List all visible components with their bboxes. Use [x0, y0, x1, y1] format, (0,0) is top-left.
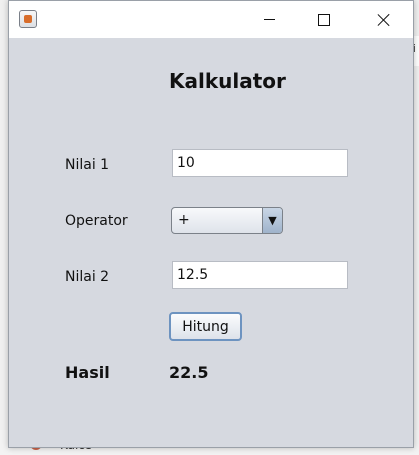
nilai2-label: Nilai 2 — [65, 269, 110, 285]
operator-selected-value: + — [178, 212, 190, 228]
operator-select[interactable]: + ▼ — [171, 207, 283, 234]
title-bar[interactable] — [9, 1, 413, 38]
nilai2-input[interactable] — [172, 261, 348, 289]
hasil-label: Hasil — [65, 363, 110, 382]
nilai1-input[interactable] — [172, 149, 348, 177]
close-button[interactable] — [361, 1, 407, 38]
minimize-icon — [263, 19, 275, 20]
dropdown-arrow-icon[interactable]: ▼ — [262, 208, 282, 233]
hasil-value: 22.5 — [169, 363, 209, 382]
hitung-button[interactable]: Hitung — [169, 312, 242, 341]
minimize-button[interactable] — [246, 1, 292, 38]
operator-label: Operator — [65, 213, 128, 229]
nilai1-label: Nilai 1 — [65, 157, 110, 173]
calculator-window: Kalkulator Nilai 1 Operator + ▼ Nilai 2 … — [8, 0, 414, 448]
java-cup-icon[interactable] — [19, 10, 37, 28]
maximize-button[interactable] — [301, 1, 347, 38]
close-icon — [377, 13, 391, 27]
calculator-heading: Kalkulator — [169, 69, 286, 93]
maximize-icon — [318, 13, 330, 26]
